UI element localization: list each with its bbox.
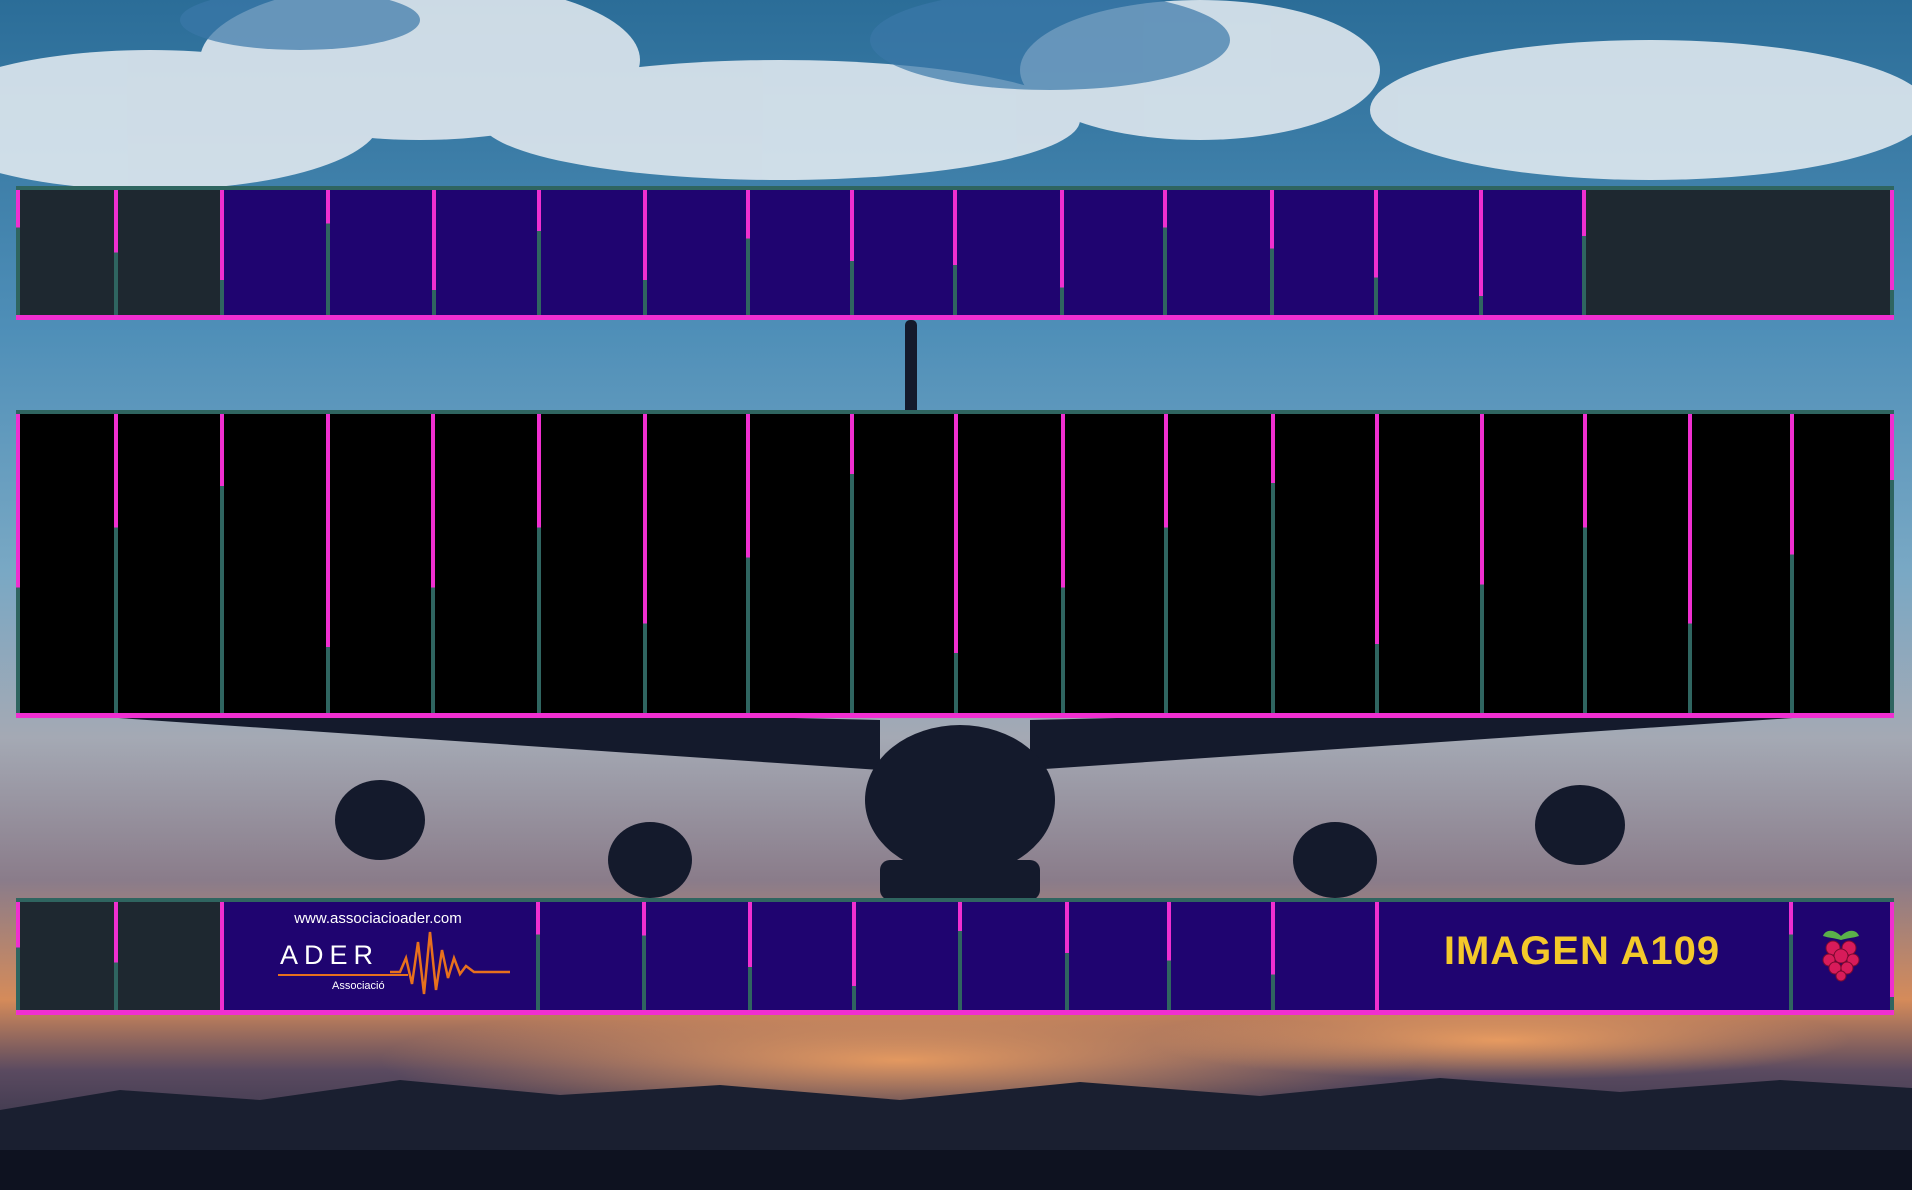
- strip-cell: [746, 414, 850, 713]
- strip-cell: [16, 414, 114, 713]
- strip-cell: [16, 902, 114, 1010]
- page-title: IMAGEN A109: [1443, 929, 1721, 973]
- strip-cell: [1167, 902, 1271, 1010]
- strip-cell: [1060, 190, 1163, 315]
- strip-cell: [852, 902, 958, 1010]
- middle-strip: [16, 410, 1894, 718]
- ader-logo[interactable]: www.associacioader.com ADER Associació: [220, 902, 536, 1010]
- strip-cell: [1582, 190, 1894, 315]
- strip-cell: [326, 190, 432, 315]
- strip-cell: [536, 902, 642, 1010]
- title-box: IMAGEN A109: [1375, 902, 1789, 1010]
- strip-cell: [537, 190, 643, 315]
- strip-cell: [850, 190, 953, 315]
- strip-cell: [1065, 902, 1167, 1010]
- strip-cell: [431, 414, 537, 713]
- logo-name: ADER: [280, 940, 380, 970]
- strip-cell: [432, 190, 537, 315]
- strip-cell: [1163, 190, 1270, 315]
- strip-cell: [1688, 414, 1790, 713]
- strip-cell: [953, 190, 1060, 315]
- strip-cell: [1164, 414, 1271, 713]
- bottom-strip: www.associacioader.com ADER Associació I…: [16, 898, 1894, 1015]
- strip-cell: [1790, 414, 1894, 713]
- strip-cell: [1271, 414, 1375, 713]
- strip-cell: [326, 414, 431, 713]
- strip-cell: [537, 414, 643, 713]
- raspberry-pi-box[interactable]: [1789, 902, 1894, 1010]
- strip-cell: [1583, 414, 1688, 713]
- strip-cell: [643, 190, 746, 315]
- raspberry-pi-icon: [1822, 930, 1860, 982]
- strip-cell: [220, 414, 326, 713]
- strip-cell: [642, 902, 748, 1010]
- strip-cell: [114, 190, 220, 315]
- strip-cell: [748, 902, 852, 1010]
- strip-cell: [114, 902, 220, 1010]
- strip-cell: [1479, 190, 1582, 315]
- top-strip: [16, 186, 1894, 320]
- strip-cell: [954, 414, 1061, 713]
- strip-cell: [1480, 414, 1583, 713]
- soundwave-icon: [390, 931, 510, 995]
- strip-cell: [643, 414, 746, 713]
- strip-cell: [850, 414, 954, 713]
- strip-cell: [1270, 190, 1374, 315]
- logo-subtitle: Associació: [332, 980, 385, 992]
- strip-cell: [1271, 902, 1375, 1010]
- strip-cell: [1375, 414, 1480, 713]
- strip-cell: [220, 190, 326, 315]
- strip-cell: [1374, 190, 1479, 315]
- strip-cell: [958, 902, 1065, 1010]
- strip-cell: [114, 414, 220, 713]
- website-url[interactable]: www.associacioader.com: [220, 910, 536, 927]
- strip-cell: [1061, 414, 1164, 713]
- logo-underline: [278, 974, 408, 976]
- strip-cell: [16, 190, 114, 315]
- strip-cell: [746, 190, 850, 315]
